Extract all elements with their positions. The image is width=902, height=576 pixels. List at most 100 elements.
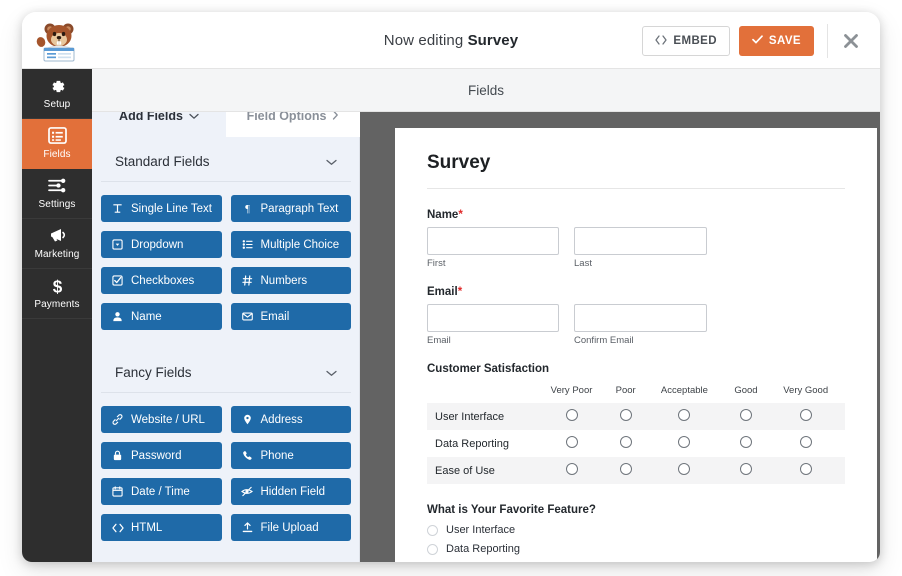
likert-cell[interactable] [608, 457, 643, 484]
radio-icon[interactable] [740, 409, 752, 421]
field-button-website-url[interactable]: Website / URL [101, 406, 222, 433]
user-icon [111, 310, 124, 323]
field-button-email[interactable]: Email [231, 303, 352, 330]
sidebar-item-settings[interactable]: Settings [22, 169, 92, 219]
likert-cell[interactable] [643, 430, 725, 457]
field-button-label: File Upload [261, 522, 319, 534]
panel-scroll-area[interactable]: Standard Fields Single Line Text ¶ Parag… [92, 137, 360, 562]
radio-icon[interactable] [678, 463, 690, 475]
favorite-option[interactable]: User Interface [427, 524, 845, 536]
radio-icon[interactable] [427, 525, 438, 536]
likert-cell[interactable] [726, 457, 767, 484]
input-group-first: First [427, 227, 559, 269]
radio-icon[interactable] [620, 463, 632, 475]
confirm-email-input[interactable] [574, 304, 707, 332]
likert-cell[interactable] [535, 457, 608, 484]
radio-icon[interactable] [678, 436, 690, 448]
field-button-date-time[interactable]: Date / Time [101, 478, 222, 505]
form-preview-stage: Survey Name* First Last [360, 112, 880, 562]
sidebar-item-fields[interactable]: Fields [22, 119, 92, 169]
field-label: Name* [427, 209, 845, 221]
field-button-label: Website / URL [131, 414, 205, 426]
likert-cell[interactable] [726, 430, 767, 457]
sidebar-item-setup[interactable]: Setup [22, 69, 92, 119]
sidebar-item-label: Setup [44, 99, 71, 110]
likert-col-header: Very Poor [535, 385, 608, 403]
field-button-label: HTML [131, 522, 162, 534]
lock-icon [111, 449, 124, 462]
preview-field-likert[interactable]: Customer Satisfaction Very Poor Poor Acc… [427, 363, 845, 484]
name-last-input[interactable] [574, 227, 707, 255]
field-input-row: Email Confirm Email [427, 304, 845, 346]
likert-cell[interactable] [535, 403, 608, 430]
field-button-password[interactable]: Password [101, 442, 222, 469]
radio-icon[interactable] [566, 463, 578, 475]
link-icon [111, 413, 124, 426]
field-button-file-upload[interactable]: File Upload [231, 514, 352, 541]
radio-icon[interactable] [740, 436, 752, 448]
input-sub-label: Last [574, 258, 707, 269]
radio-icon[interactable] [740, 463, 752, 475]
radio-icon[interactable] [566, 436, 578, 448]
sidebar-item-label: Fields [43, 149, 70, 160]
field-button-label: Checkboxes [131, 275, 194, 287]
field-button-multiple-choice[interactable]: Multiple Choice [231, 231, 352, 258]
calendar-icon [111, 485, 124, 498]
radio-icon[interactable] [620, 409, 632, 421]
likert-cell[interactable] [608, 403, 643, 430]
field-button-name[interactable]: Name [101, 303, 222, 330]
required-marker: * [458, 286, 462, 298]
required-marker: * [458, 209, 462, 221]
field-input-row: First Last [427, 227, 845, 269]
likert-cell[interactable] [608, 430, 643, 457]
input-group-email: Email [427, 304, 559, 346]
likert-header-row: Very Poor Poor Acceptable Good Very Good [427, 385, 845, 403]
sidebar-item-payments[interactable]: $ Payments [22, 269, 92, 319]
field-panel: Add Fields Field Options Standard Fields [92, 69, 360, 562]
field-label-text: Name [427, 209, 458, 221]
group-header-fancy-fields[interactable]: Fancy Fields [101, 348, 351, 393]
field-button-paragraph-text[interactable]: ¶ Paragraph Text [231, 195, 352, 222]
form-builder-window: Now editing Survey EMBED SAVE [22, 12, 880, 562]
preview-field-email[interactable]: Email * Email Confirm Email [427, 286, 845, 346]
sidebar-item-label: Settings [39, 199, 76, 210]
email-input[interactable] [427, 304, 559, 332]
likert-cell[interactable] [643, 403, 725, 430]
field-button-dropdown[interactable]: Dropdown [101, 231, 222, 258]
field-button-phone[interactable]: Phone [231, 442, 352, 469]
field-button-single-line-text[interactable]: Single Line Text [101, 195, 222, 222]
save-button[interactable]: SAVE [739, 26, 814, 56]
likert-cell[interactable] [766, 403, 845, 430]
embed-button[interactable]: EMBED [642, 26, 730, 56]
radio-icon[interactable] [800, 463, 812, 475]
field-button-address[interactable]: Address [231, 406, 352, 433]
likert-cell[interactable] [766, 457, 845, 484]
text-cursor-icon [111, 202, 124, 215]
radio-icon[interactable] [678, 409, 690, 421]
favorite-option[interactable]: Data Reporting [427, 543, 845, 555]
radio-icon[interactable] [800, 436, 812, 448]
preview-field-favorite-feature[interactable]: What is Your Favorite Feature? User Inte… [427, 504, 845, 555]
likert-cell[interactable] [535, 430, 608, 457]
standard-fields-grid: Single Line Text ¶ Paragraph Text Dropdo… [92, 182, 360, 334]
field-button-hidden-field[interactable]: Hidden Field [231, 478, 352, 505]
field-button-html[interactable]: HTML [101, 514, 222, 541]
chevron-down-icon [326, 365, 337, 380]
radio-icon[interactable] [566, 409, 578, 421]
field-button-label: Password [131, 450, 182, 462]
close-icon[interactable] [840, 30, 862, 52]
field-button-numbers[interactable]: Numbers [231, 267, 352, 294]
preview-field-name[interactable]: Name* First Last [427, 209, 845, 269]
group-header-standard-fields[interactable]: Standard Fields [101, 137, 351, 182]
likert-cell[interactable] [643, 457, 725, 484]
favorite-option-label: Data Reporting [446, 543, 520, 555]
sidebar-item-marketing[interactable]: Marketing [22, 219, 92, 269]
likert-cell[interactable] [766, 430, 845, 457]
radio-icon[interactable] [800, 409, 812, 421]
field-button-checkboxes[interactable]: Checkboxes [101, 267, 222, 294]
field-button-label: Dropdown [131, 239, 183, 251]
likert-cell[interactable] [726, 403, 767, 430]
name-first-input[interactable] [427, 227, 559, 255]
radio-icon[interactable] [620, 436, 632, 448]
radio-icon[interactable] [427, 544, 438, 555]
